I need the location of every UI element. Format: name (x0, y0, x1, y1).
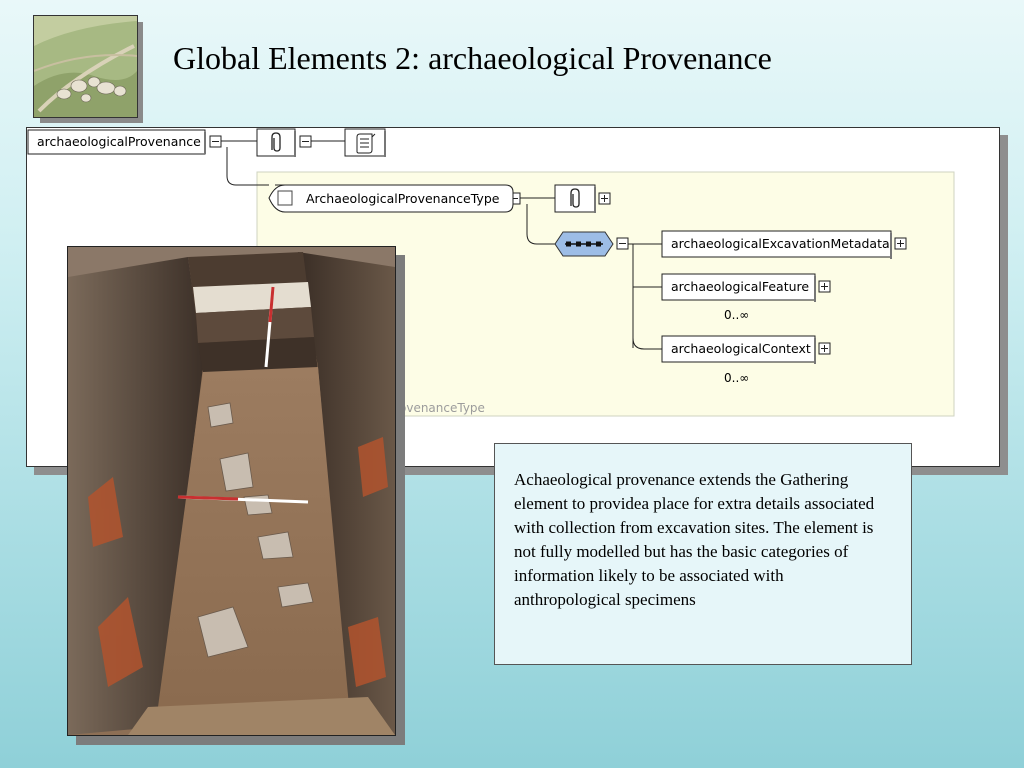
collapse-icon (616, 237, 629, 250)
child-element-context: archaeologicalContext (661, 335, 816, 364)
caption-text: Achaeological provenance extends the Gat… (514, 470, 875, 609)
child-label: archaeologicalContext (671, 341, 811, 356)
child-element-feature: archaeologicalFeature (661, 273, 816, 302)
type-name-label: ArchaeologicalProvenanceType (306, 191, 500, 206)
expand-icon (818, 280, 831, 293)
expand-icon (894, 237, 907, 250)
collapse-icon (209, 135, 222, 148)
type-box: ArchaeologicalProvenanceType (268, 184, 514, 213)
root-element-label: archaeologicalProvenance (37, 134, 201, 149)
documentation-icon (344, 128, 386, 157)
slide-title: Global Elements 2: archaeological Proven… (173, 40, 772, 76)
expand-icon (598, 192, 611, 205)
aerial-thumbnail-image (33, 15, 138, 118)
child-label: archaeologicalFeature (671, 279, 809, 294)
type-watermark: ovenanceType (399, 401, 485, 415)
caption-box: Achaeological provenance extends the Gat… (494, 443, 912, 665)
annotation-icon (554, 184, 596, 213)
collapse-icon (299, 135, 312, 148)
cardinality-label: 0..∞ (724, 371, 749, 385)
cardinality-label: 0..∞ (724, 308, 749, 322)
excavation-trench-photo (67, 246, 396, 736)
sequence-compositor-icon (554, 231, 614, 257)
child-element-excavation-metadata: archaeologicalExcavationMetadata (661, 230, 892, 259)
annotation-icon (256, 128, 296, 157)
child-label: archaeologicalExcavationMetadata (671, 236, 890, 251)
expand-icon (818, 342, 831, 355)
